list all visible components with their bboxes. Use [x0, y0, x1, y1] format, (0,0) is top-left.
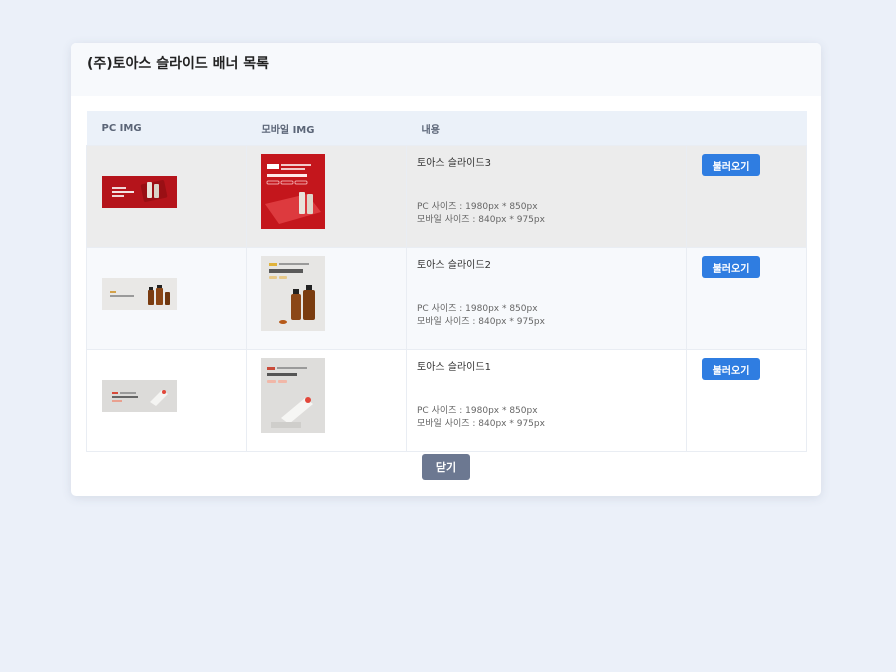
mobile-banner-image: [261, 256, 325, 331]
pc-image-cell: [86, 145, 247, 248]
mobile-banner-image: [261, 154, 325, 229]
action-cell: 불러오기: [686, 247, 807, 350]
slide-name: 토아스 슬라이드3: [417, 158, 491, 169]
header-mobile-img: 모바일 IMG: [246, 111, 407, 146]
pc-banner-image: [102, 278, 177, 310]
mobile-banner-image: [261, 358, 325, 433]
content-cell: 토아스 슬라이드3 PC 사이즈 : 1980px * 850px 모바일 사이…: [406, 145, 687, 248]
slide-name: 토아스 슬라이드1: [417, 362, 491, 373]
mobile-image-cell: [246, 145, 407, 248]
banner-list-modal: (주)토아스 슬라이드 배너 목록 PC IMG 모바일 IMG 내용 토아스 …: [71, 43, 821, 496]
header-pc-img: PC IMG: [86, 111, 247, 146]
pc-image-cell: [86, 349, 247, 452]
mobile-size-text: 모바일 사이즈 : 840px * 975px: [417, 419, 545, 429]
pc-size-text: PC 사이즈 : 1980px * 850px: [417, 304, 538, 314]
load-button[interactable]: 불러오기: [702, 154, 760, 176]
size-info: PC 사이즈 : 1980px * 850px 모바일 사이즈 : 840px …: [417, 405, 545, 431]
banner-table: PC IMG 모바일 IMG 내용 토아스 슬라이드3 PC 사이즈: 198…: [86, 111, 807, 452]
close-button[interactable]: 닫기: [422, 454, 470, 480]
pc-banner-image: [102, 380, 177, 412]
slide-name: 토아스 슬라이드2: [417, 260, 491, 271]
mobile-image-cell: [246, 349, 407, 452]
table-row: 토아스 슬라이드3 PC 사이즈 : 1980px * 850px 모바일 사이…: [86, 145, 807, 248]
action-cell: 불러오기: [686, 145, 807, 248]
pc-size-text: PC 사이즈 : 1980px * 850px: [417, 202, 538, 212]
content-cell: 토아스 슬라이드2 PC 사이즈 : 1980px * 850px 모바일 사이…: [406, 247, 687, 350]
table-row: 토아스 슬라이드2 PC 사이즈 : 1980px * 850px 모바일 사이…: [86, 247, 807, 350]
pc-size-text: PC 사이즈 : 1980px * 850px: [417, 406, 538, 416]
header-action: [686, 111, 807, 146]
header-content: 내용: [406, 111, 687, 146]
modal-title: (주)토아스 슬라이드 배너 목록: [87, 55, 269, 72]
size-info: PC 사이즈 : 1980px * 850px 모바일 사이즈 : 840px …: [417, 201, 545, 227]
load-button[interactable]: 불러오기: [702, 256, 760, 278]
table-row: 토아스 슬라이드1 PC 사이즈 : 1980px * 850px 모바일 사이…: [86, 349, 807, 452]
mobile-size-text: 모바일 사이즈 : 840px * 975px: [417, 215, 545, 225]
action-cell: 불러오기: [686, 349, 807, 452]
pc-image-cell: [86, 247, 247, 350]
load-button[interactable]: 불러오기: [702, 358, 760, 380]
size-info: PC 사이즈 : 1980px * 850px 모바일 사이즈 : 840px …: [417, 303, 545, 329]
mobile-size-text: 모바일 사이즈 : 840px * 975px: [417, 317, 545, 327]
content-cell: 토아스 슬라이드1 PC 사이즈 : 1980px * 850px 모바일 사이…: [406, 349, 687, 452]
modal-header: (주)토아스 슬라이드 배너 목록: [71, 43, 821, 96]
table-header-row: PC IMG 모바일 IMG 내용: [86, 111, 807, 146]
pc-banner-image: [102, 176, 177, 208]
mobile-image-cell: [246, 247, 407, 350]
